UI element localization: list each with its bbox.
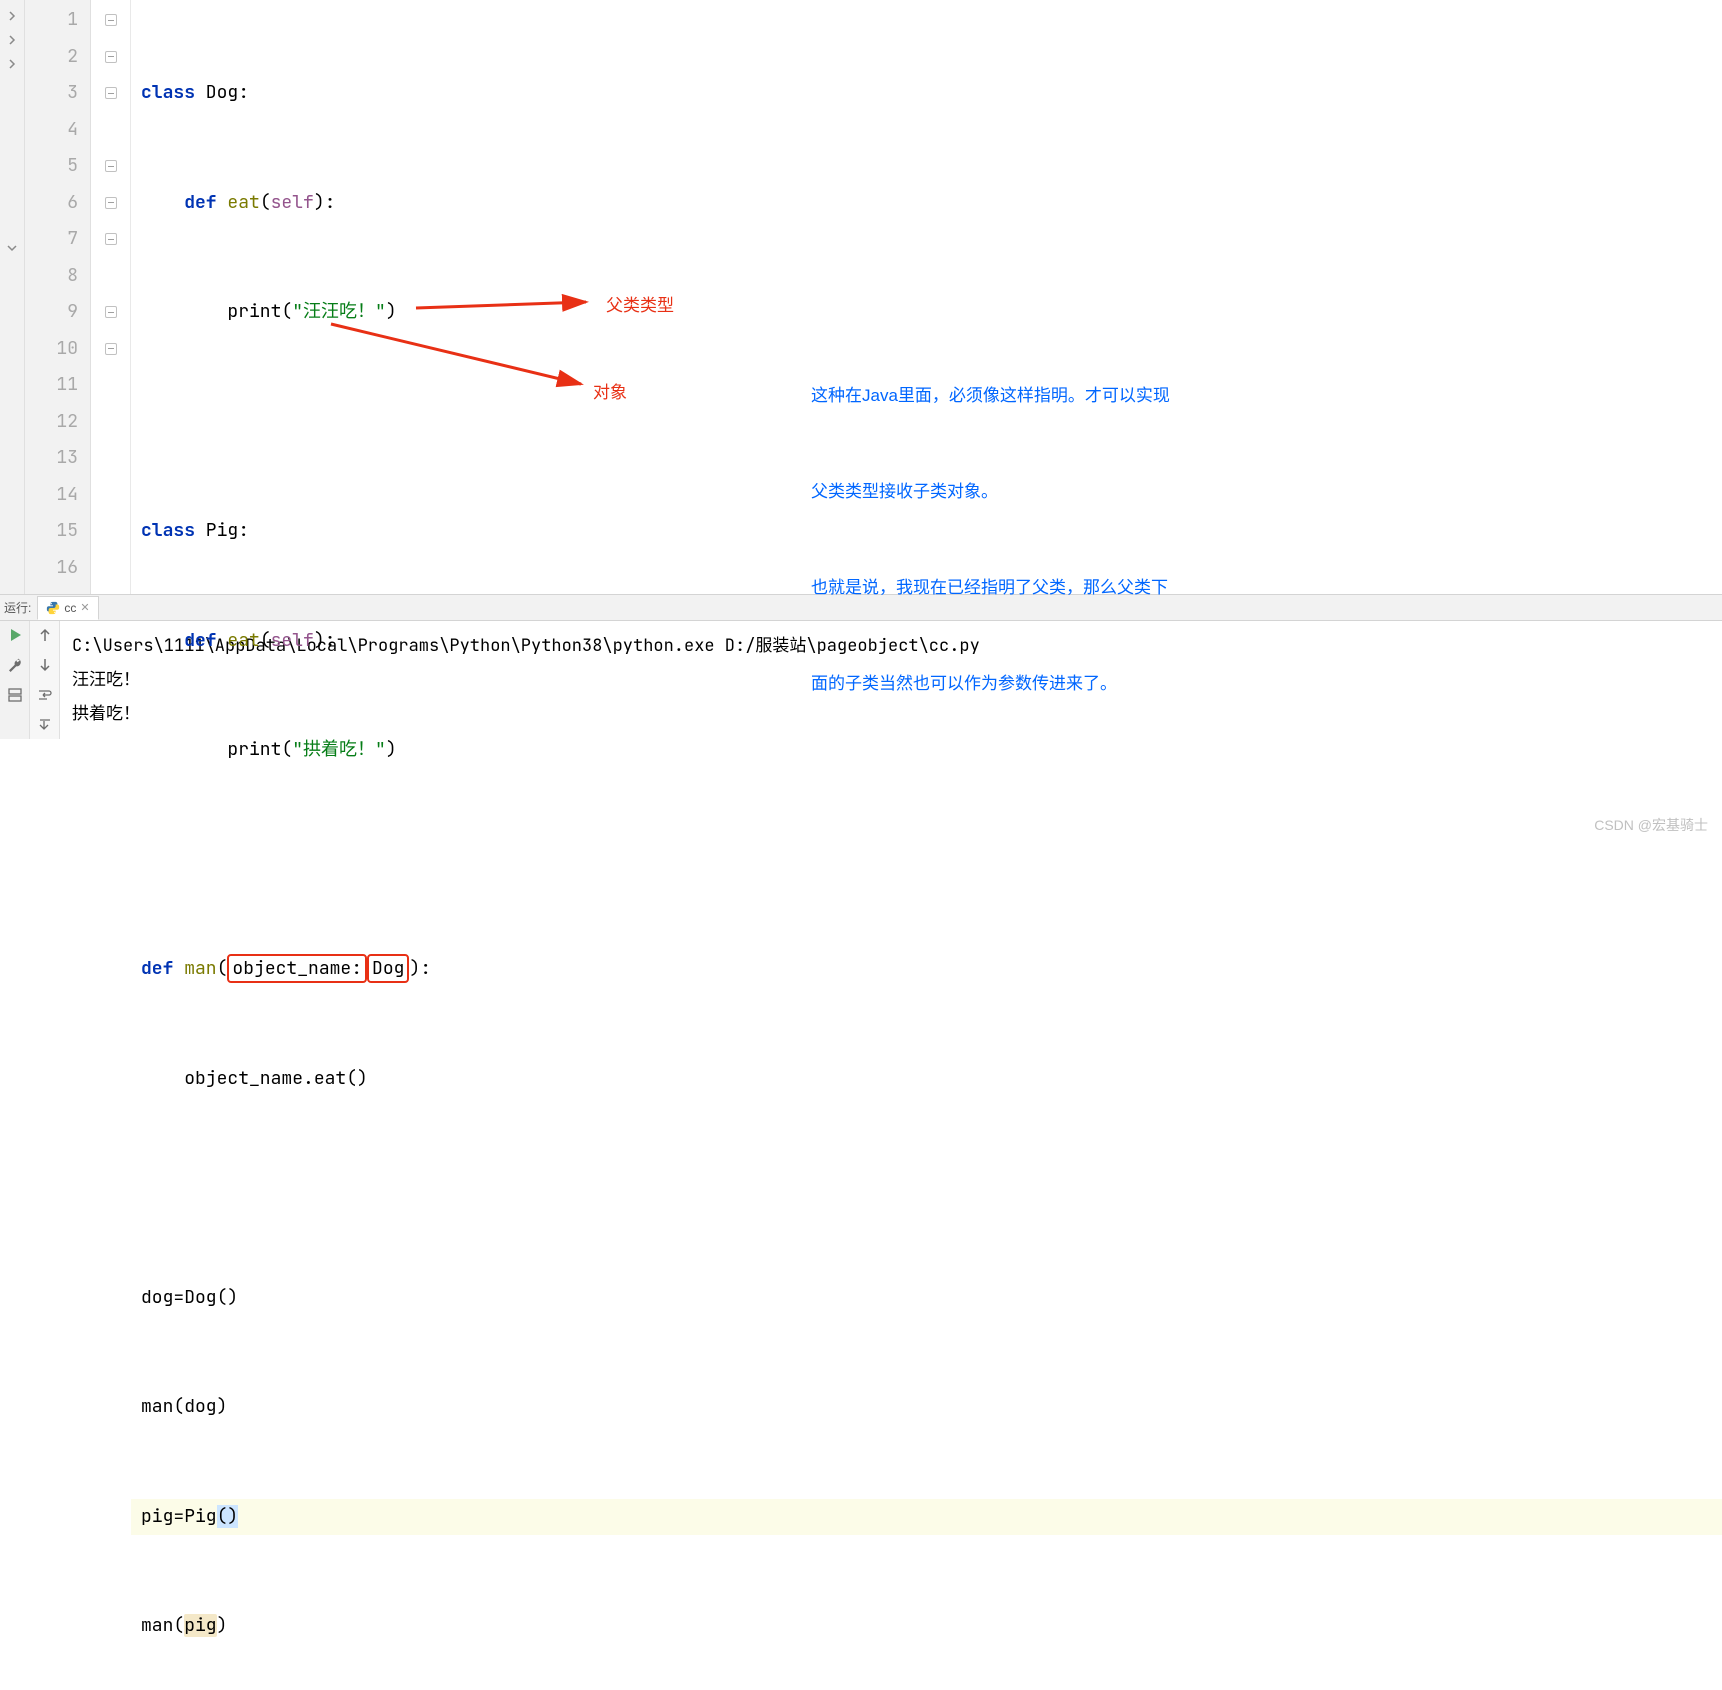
arrow-down-icon[interactable] — [37, 657, 53, 673]
scroll-to-end-icon[interactable] — [37, 717, 53, 733]
play-icon[interactable] — [7, 627, 23, 643]
run-tab[interactable]: cc ✕ — [37, 596, 98, 620]
editor-area: 1 2 3 4 5 6 7 8 9 10 11 12 13 14 15 16 c… — [0, 0, 1722, 595]
line-number-gutter[interactable]: 1 2 3 4 5 6 7 8 9 10 11 12 13 14 15 16 — [31, 0, 91, 594]
soft-wrap-icon[interactable] — [37, 687, 53, 703]
code-editor[interactable]: class Dog: def eat(self): print("汪汪吃！") … — [131, 0, 1722, 594]
fold-toggle-icon[interactable] — [105, 51, 117, 63]
chevron-down-icon[interactable] — [6, 242, 18, 254]
current-line: pig=Pig() — [131, 1499, 1722, 1536]
fold-toggle-icon[interactable] — [105, 233, 117, 245]
type-highlight-box: Dog — [367, 954, 409, 983]
fold-toggle-icon[interactable] — [105, 14, 117, 26]
python-icon — [46, 601, 60, 615]
arrow-up-icon[interactable] — [37, 627, 53, 643]
wrench-icon[interactable] — [7, 657, 23, 673]
left-tool-strip — [0, 0, 25, 594]
fold-toggle-icon[interactable] — [105, 343, 117, 355]
run-toolbar-secondary — [30, 621, 60, 739]
fold-toggle-icon[interactable] — [105, 87, 117, 99]
close-icon[interactable]: ✕ — [80, 601, 89, 614]
run-label: 运行: — [4, 599, 31, 616]
chevron-right-icon[interactable] — [6, 10, 18, 22]
layout-icon[interactable] — [7, 687, 23, 703]
fold-toggle-icon[interactable] — [105, 160, 117, 172]
chevron-right-icon[interactable] — [6, 34, 18, 46]
fold-gutter — [91, 0, 131, 594]
chevron-right-icon[interactable] — [6, 58, 18, 70]
run-toolbar-primary — [0, 621, 30, 739]
arrow-icon — [331, 322, 591, 392]
watermark: CSDN @宏基骑士 — [1594, 815, 1708, 835]
fold-toggle-icon[interactable] — [105, 197, 117, 209]
param-highlight-box: object_name: — [227, 954, 367, 983]
fold-toggle-icon[interactable] — [105, 306, 117, 318]
